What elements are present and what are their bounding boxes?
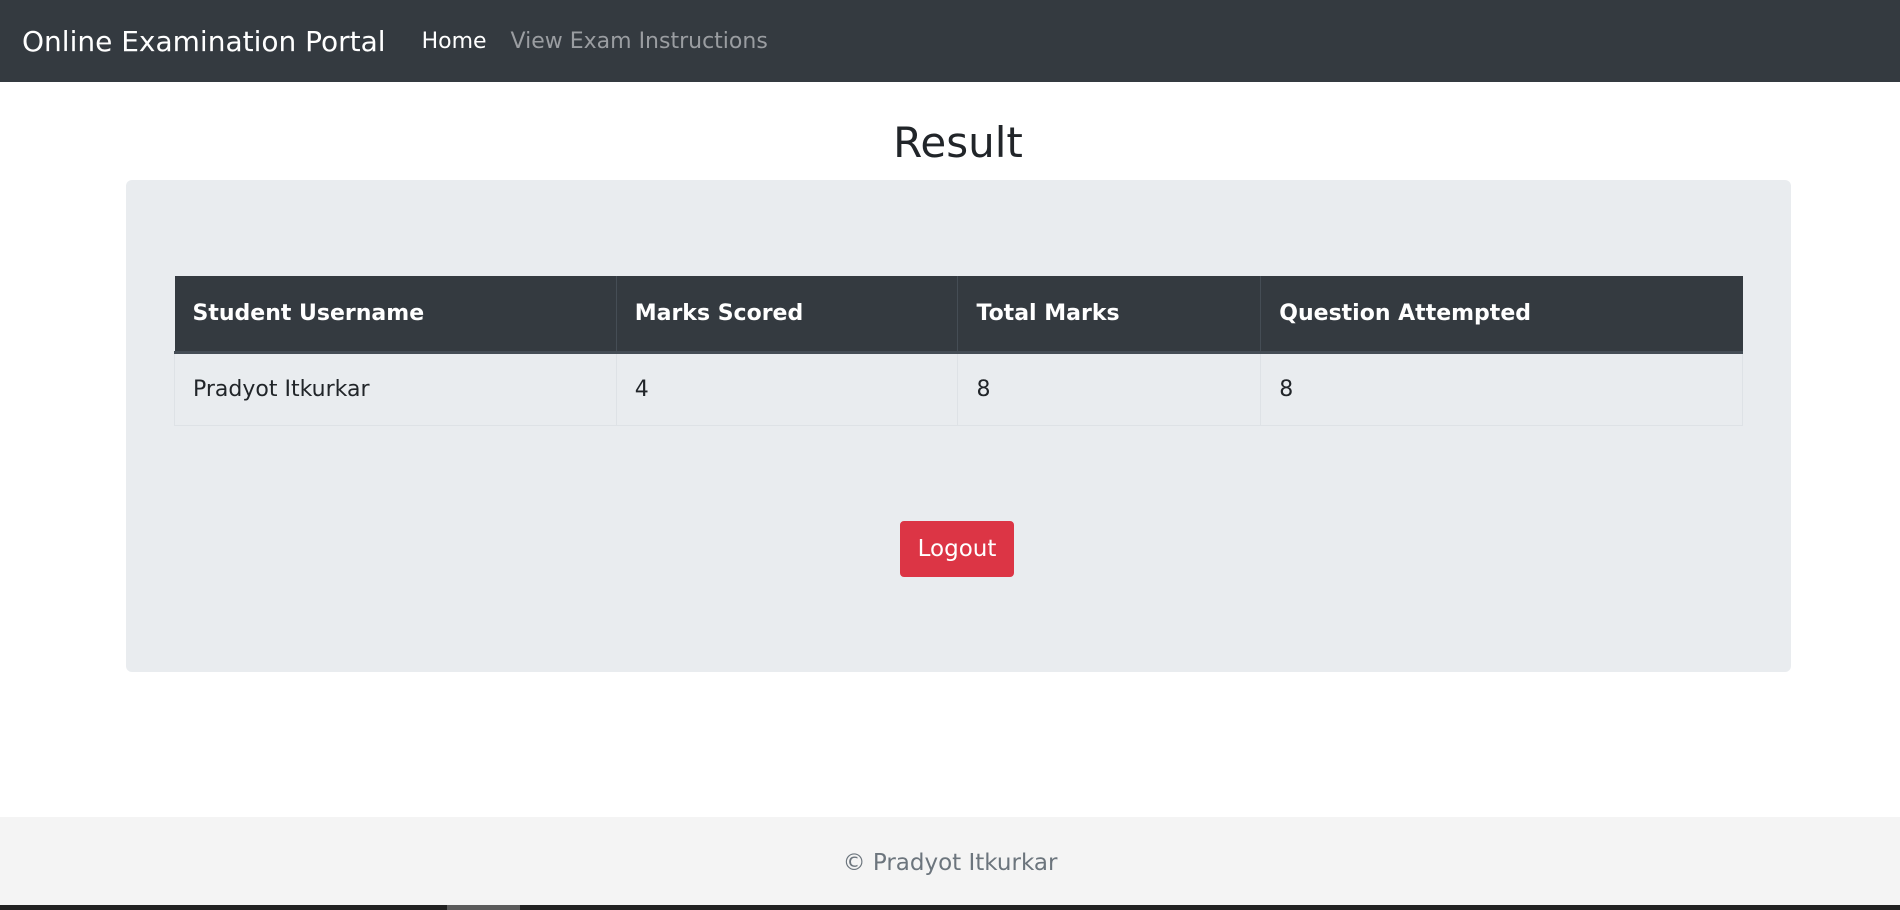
horizontal-scrollbar-thumb[interactable] xyxy=(447,905,520,910)
cell-total-marks: 8 xyxy=(957,351,1262,426)
cell-question-attempted: 8 xyxy=(1260,351,1743,426)
table-row: Pradyot Itkurkar 4 8 8 xyxy=(174,351,1743,426)
nav-link-home[interactable]: Home xyxy=(422,29,487,54)
window-bottom-edge xyxy=(0,905,1900,910)
result-table: Student Username Marks Scored Total Mark… xyxy=(174,276,1743,426)
table-header-row: Student Username Marks Scored Total Mark… xyxy=(174,276,1743,354)
cell-student-username: Pradyot Itkurkar xyxy=(174,351,617,426)
header-marks-scored: Marks Scored xyxy=(616,276,959,354)
brand-link[interactable]: Online Examination Portal xyxy=(22,25,386,58)
nav-link-exam-instructions[interactable]: View Exam Instructions xyxy=(511,29,768,54)
cell-marks-scored: 4 xyxy=(615,351,959,426)
result-table-header: Student Username Marks Scored Total Mark… xyxy=(174,276,1743,354)
header-question-attempted: Question Attempted xyxy=(1260,276,1743,354)
header-total-marks: Total Marks xyxy=(957,276,1262,354)
logout-button[interactable]: Logout xyxy=(900,521,1014,577)
result-panel: Student Username Marks Scored Total Mark… xyxy=(126,180,1791,672)
page-footer: © Pradyot Itkurkar xyxy=(0,817,1900,905)
result-table-body: Pradyot Itkurkar 4 8 8 xyxy=(174,351,1743,426)
top-navbar: Online Examination Portal Home View Exam… xyxy=(0,0,1900,82)
page-title: Result xyxy=(893,118,1023,167)
header-student-username: Student Username xyxy=(174,276,617,354)
